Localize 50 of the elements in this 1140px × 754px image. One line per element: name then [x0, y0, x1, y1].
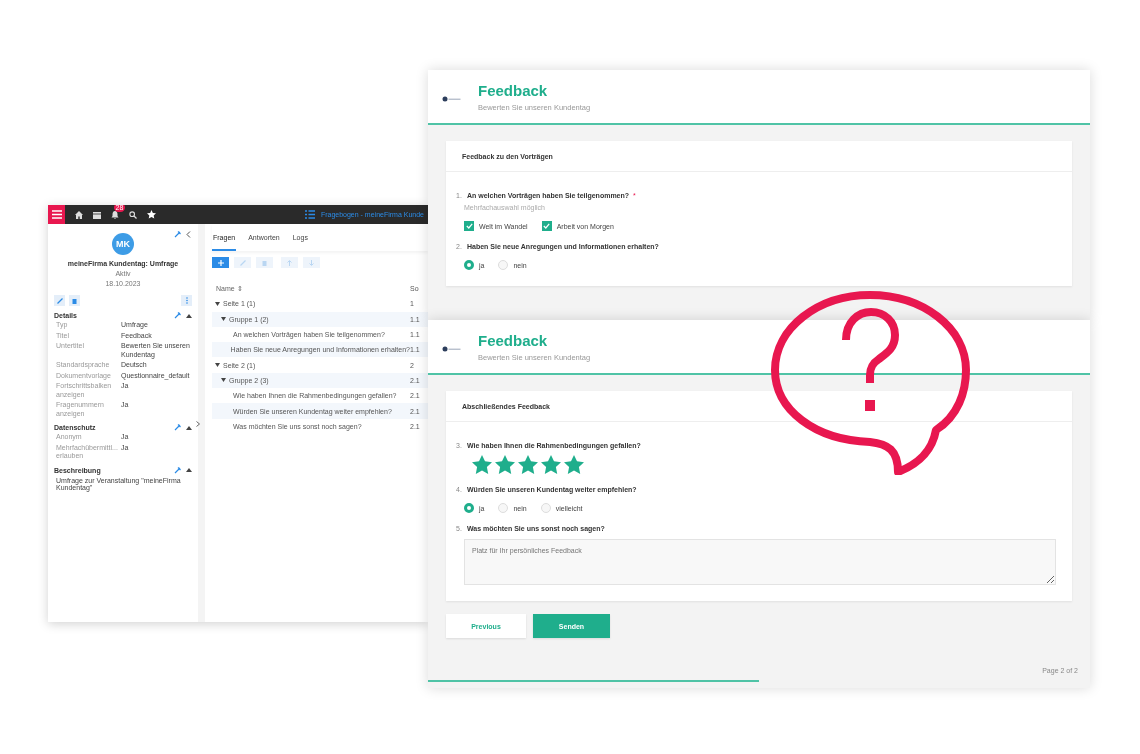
bell-icon[interactable] — [111, 210, 119, 219]
more-vertical-icon — [185, 297, 188, 304]
star-icon[interactable] — [541, 455, 561, 474]
pin-icon[interactable] — [174, 424, 181, 431]
expand-caret-icon[interactable] — [221, 317, 226, 322]
logo-icon — [442, 345, 462, 352]
checkmark-icon — [465, 223, 473, 229]
star-icon[interactable] — [564, 455, 584, 474]
plus-icon — [217, 259, 224, 266]
star-icon[interactable] — [495, 455, 515, 474]
expand-caret-icon[interactable] — [221, 378, 226, 383]
pencil-icon — [56, 297, 63, 304]
radio-button[interactable] — [464, 503, 474, 513]
pin-icon[interactable] — [174, 231, 181, 238]
arrow-down-icon — [309, 259, 314, 266]
menu-button[interactable] — [48, 205, 65, 224]
star-icon[interactable] — [518, 455, 538, 474]
checkbox[interactable] — [464, 221, 474, 231]
add-button[interactable] — [212, 257, 229, 268]
checkmark-icon — [543, 223, 551, 229]
chevron-left-icon[interactable] — [186, 231, 191, 238]
pin-icon[interactable] — [174, 466, 181, 474]
collapse-caret-icon[interactable] — [186, 425, 192, 430]
home-icon[interactable] — [75, 210, 83, 219]
collapse-caret-icon[interactable] — [186, 313, 192, 318]
star-icon[interactable] — [147, 210, 156, 219]
search-icon[interactable] — [129, 210, 137, 219]
pin-icon[interactable] — [174, 312, 181, 319]
more-button[interactable] — [181, 295, 192, 306]
menu-icon — [51, 210, 62, 219]
logo-icon — [442, 95, 462, 102]
expand-caret-icon[interactable] — [215, 363, 220, 368]
edit-button[interactable] — [54, 295, 65, 306]
delete-button[interactable] — [69, 295, 80, 306]
arrow-up-icon — [287, 259, 292, 266]
question-bubble-icon — [770, 290, 972, 475]
chevron-right-icon[interactable] — [196, 421, 200, 427]
expand-caret-icon[interactable] — [215, 301, 220, 306]
checkbox[interactable] — [541, 221, 552, 231]
calendar-icon[interactable] — [93, 210, 101, 219]
avatar: MK — [112, 233, 134, 255]
star-icon[interactable] — [472, 455, 492, 474]
radio-button[interactable] — [464, 260, 474, 270]
form-title: Feedback — [478, 81, 549, 99]
list-icon — [304, 210, 315, 219]
pencil-icon — [239, 259, 246, 266]
trash-icon — [72, 297, 77, 304]
collapse-caret-icon[interactable] — [186, 468, 192, 472]
trash-icon — [262, 259, 267, 266]
form-title: Feedback — [478, 331, 549, 349]
